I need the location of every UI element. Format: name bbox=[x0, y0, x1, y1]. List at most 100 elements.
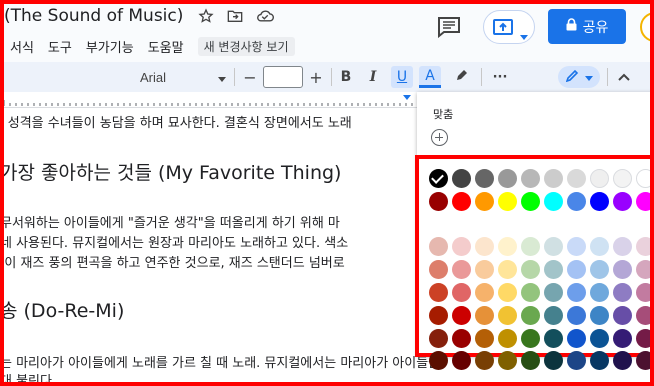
color-swatch[interactable] bbox=[498, 282, 517, 302]
color-swatch[interactable] bbox=[498, 328, 517, 348]
color-swatch[interactable] bbox=[475, 169, 494, 188]
color-swatch[interactable] bbox=[636, 305, 654, 325]
text-color-button[interactable]: A bbox=[419, 66, 441, 88]
color-swatch[interactable] bbox=[567, 328, 586, 348]
color-swatch[interactable] bbox=[498, 305, 517, 325]
color-swatch[interactable] bbox=[590, 237, 609, 257]
color-swatch[interactable] bbox=[590, 282, 609, 302]
color-swatch[interactable] bbox=[498, 260, 517, 280]
font-select[interactable]: Arial bbox=[138, 66, 228, 88]
bold-button[interactable]: B bbox=[337, 66, 355, 88]
color-swatch[interactable] bbox=[498, 237, 517, 257]
color-swatch[interactable] bbox=[636, 169, 654, 188]
color-swatch[interactable] bbox=[452, 305, 471, 325]
color-swatch[interactable] bbox=[544, 237, 563, 257]
color-swatch[interactable] bbox=[544, 169, 563, 188]
collapse-toolbar-button[interactable] bbox=[614, 66, 634, 88]
color-swatch[interactable] bbox=[452, 282, 471, 302]
comment-icon[interactable] bbox=[437, 16, 461, 39]
color-swatch[interactable] bbox=[636, 351, 654, 371]
color-swatch[interactable] bbox=[475, 351, 494, 371]
color-swatch[interactable] bbox=[544, 282, 563, 302]
color-swatch[interactable] bbox=[613, 260, 632, 280]
color-swatch[interactable] bbox=[452, 260, 471, 280]
color-swatch[interactable] bbox=[521, 305, 540, 325]
color-swatch[interactable] bbox=[567, 191, 586, 211]
underline-button[interactable]: U bbox=[391, 66, 413, 88]
decrease-font-size-button[interactable]: − bbox=[240, 66, 260, 88]
color-swatch[interactable] bbox=[429, 282, 448, 302]
color-swatch[interactable] bbox=[544, 260, 563, 280]
color-swatch[interactable] bbox=[590, 305, 609, 325]
color-swatch[interactable] bbox=[521, 237, 540, 257]
color-swatch[interactable] bbox=[521, 328, 540, 348]
color-swatch[interactable] bbox=[429, 260, 448, 280]
color-swatch[interactable] bbox=[613, 305, 632, 325]
color-swatch[interactable] bbox=[590, 260, 609, 280]
color-swatch[interactable] bbox=[429, 169, 448, 188]
menu-tools[interactable]: 도구 bbox=[48, 37, 72, 56]
avatar[interactable] bbox=[640, 12, 654, 42]
font-size-input[interactable] bbox=[263, 66, 303, 88]
italic-button[interactable]: I bbox=[364, 66, 382, 88]
color-swatch[interactable] bbox=[429, 191, 448, 211]
star-icon[interactable] bbox=[197, 7, 215, 25]
color-swatch[interactable] bbox=[567, 260, 586, 280]
color-swatch[interactable] bbox=[590, 169, 609, 188]
color-swatch[interactable] bbox=[544, 191, 563, 211]
color-swatch[interactable] bbox=[590, 328, 609, 348]
color-swatch[interactable] bbox=[567, 169, 586, 188]
color-swatch[interactable] bbox=[521, 282, 540, 302]
cloud-status-icon[interactable] bbox=[256, 7, 274, 25]
color-swatch[interactable] bbox=[475, 282, 494, 302]
color-swatch[interactable] bbox=[429, 237, 448, 257]
move-folder-icon[interactable] bbox=[226, 7, 244, 25]
menu-help[interactable]: 도움말 bbox=[148, 37, 184, 56]
color-swatch[interactable] bbox=[452, 351, 471, 371]
color-swatch[interactable] bbox=[613, 169, 632, 188]
color-swatch[interactable] bbox=[521, 260, 540, 280]
color-swatch[interactable] bbox=[613, 237, 632, 257]
color-swatch[interactable] bbox=[590, 351, 609, 371]
color-swatch[interactable] bbox=[636, 282, 654, 302]
color-swatch[interactable] bbox=[475, 191, 494, 211]
color-swatch[interactable] bbox=[475, 328, 494, 348]
color-swatch[interactable] bbox=[567, 237, 586, 257]
color-swatch[interactable] bbox=[544, 328, 563, 348]
color-swatch[interactable] bbox=[636, 260, 654, 280]
color-swatch[interactable] bbox=[613, 351, 632, 371]
color-swatch[interactable] bbox=[429, 305, 448, 325]
color-swatch[interactable] bbox=[521, 191, 540, 211]
color-swatch[interactable] bbox=[452, 169, 471, 188]
document-title[interactable]: (The Sound of Music) bbox=[4, 6, 183, 26]
color-swatch[interactable] bbox=[498, 191, 517, 211]
color-swatch[interactable] bbox=[567, 351, 586, 371]
color-swatch[interactable] bbox=[475, 260, 494, 280]
editing-mode-button[interactable] bbox=[558, 66, 600, 88]
last-edit-link[interactable]: 새 변경사항 보기 bbox=[197, 37, 295, 56]
menu-addons[interactable]: 부가기능 bbox=[86, 37, 134, 56]
color-swatch[interactable] bbox=[452, 328, 471, 348]
color-swatch[interactable] bbox=[475, 237, 494, 257]
color-swatch[interactable] bbox=[521, 351, 540, 371]
increase-font-size-button[interactable]: + bbox=[306, 66, 326, 88]
color-swatch[interactable] bbox=[452, 237, 471, 257]
more-options-button[interactable]: ··· bbox=[489, 66, 511, 88]
share-button[interactable]: 공유 bbox=[548, 9, 626, 44]
menu-format[interactable]: 서식 bbox=[10, 37, 34, 56]
color-swatch[interactable] bbox=[429, 328, 448, 348]
color-swatch[interactable] bbox=[613, 328, 632, 348]
color-swatch[interactable] bbox=[636, 191, 654, 211]
color-swatch[interactable] bbox=[636, 328, 654, 348]
ruler[interactable] bbox=[0, 92, 420, 108]
color-swatch[interactable] bbox=[567, 282, 586, 302]
color-swatch[interactable] bbox=[429, 351, 448, 371]
color-swatch[interactable] bbox=[452, 191, 471, 211]
color-swatch[interactable] bbox=[498, 351, 517, 371]
color-swatch[interactable] bbox=[590, 191, 609, 211]
color-swatch[interactable] bbox=[636, 237, 654, 257]
color-swatch[interactable] bbox=[544, 305, 563, 325]
color-swatch[interactable] bbox=[613, 282, 632, 302]
color-swatch[interactable] bbox=[544, 351, 563, 371]
add-custom-color-icon[interactable] bbox=[431, 129, 448, 146]
